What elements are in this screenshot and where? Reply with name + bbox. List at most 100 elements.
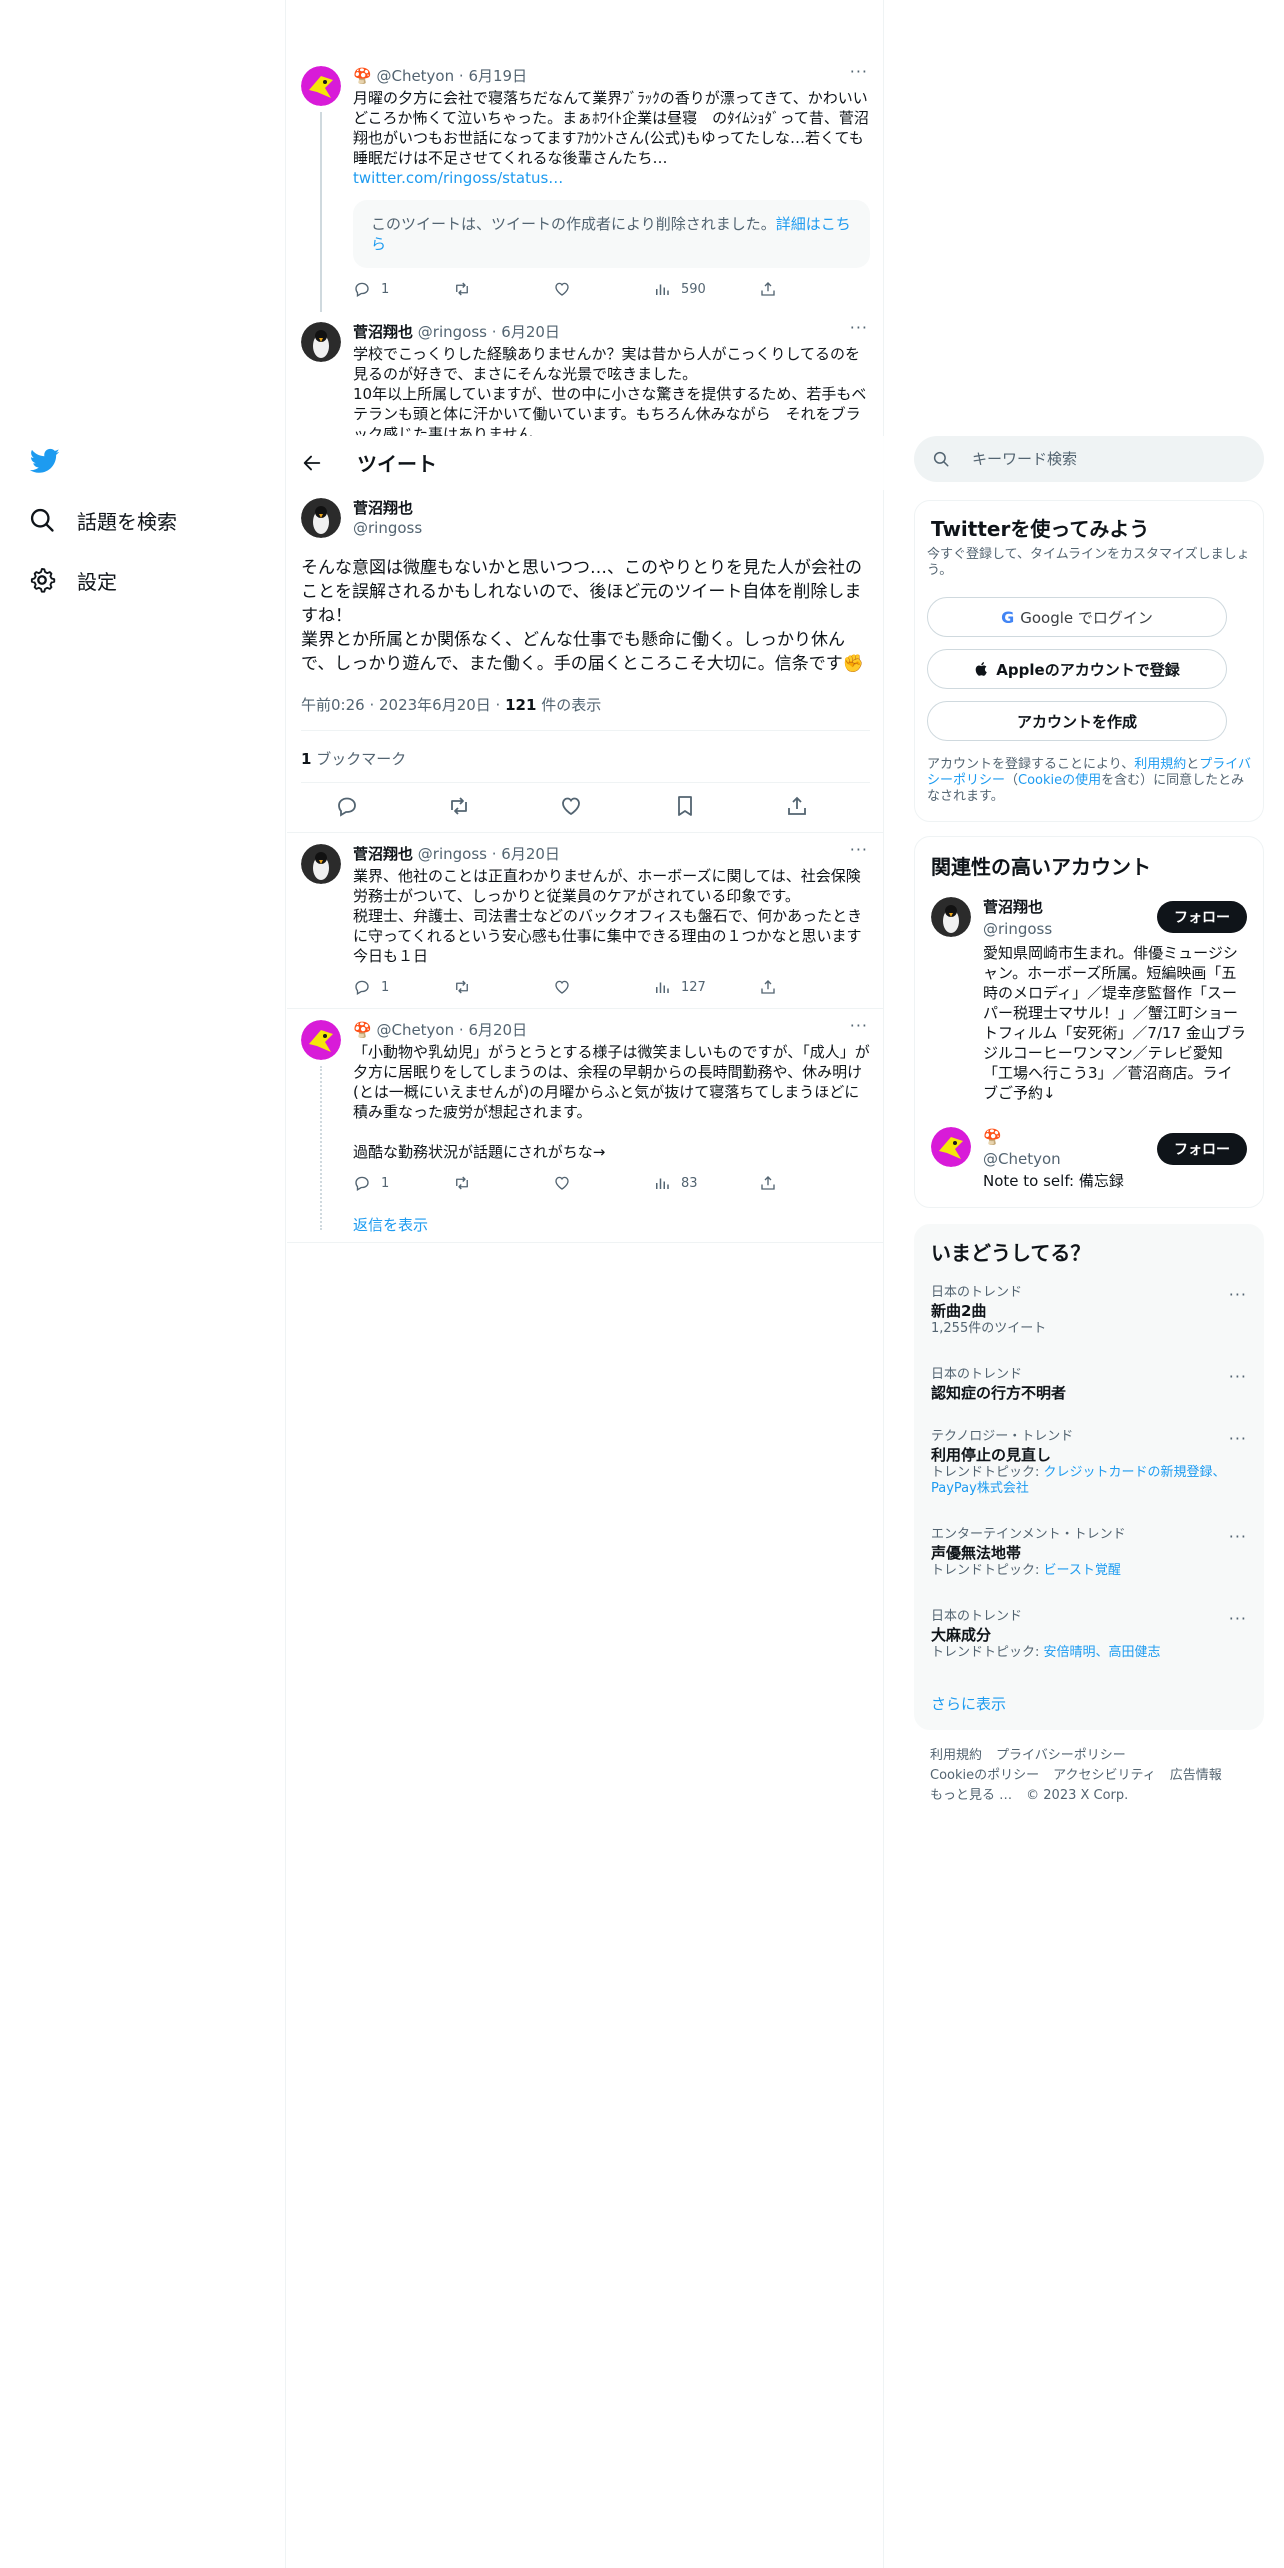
show-more-link[interactable]: さらに表示 — [931, 1693, 1006, 1714]
google-signin-button[interactable]: G Google でログイン — [927, 597, 1227, 637]
reply-button[interactable]: 1 — [353, 1174, 389, 1192]
user-handle[interactable]: @ringoss — [418, 323, 487, 341]
nav-explore[interactable]: 話題を検索 — [28, 500, 177, 540]
account-handle[interactable]: @ringoss — [983, 919, 1052, 939]
tweet-link[interactable]: twitter.com/ringoss/status… — [353, 168, 870, 188]
trend-item[interactable]: テクノロジー・トレンド 利用停止の見直し トレンドトピック: クレジットカードの… — [931, 1429, 1247, 1497]
retweet-button[interactable] — [453, 978, 471, 996]
more-options-icon[interactable]: ··· — [850, 1016, 868, 1035]
nav-settings[interactable]: 設定 — [28, 560, 117, 600]
avatar[interactable] — [301, 1020, 341, 1060]
tweet-date[interactable]: 6月20日 — [468, 1021, 527, 1039]
tweet-date[interactable]: 6月20日 — [501, 845, 560, 863]
trend-item[interactable]: 日本のトレンド 大麻成分 トレンドトピック: 安倍晴明、高田健志 ··· — [931, 1609, 1247, 1661]
tweet-actions: 1 590 — [353, 280, 793, 300]
follow-button[interactable]: フォロー — [1157, 901, 1247, 933]
avatar[interactable] — [931, 897, 971, 937]
reply-tweet[interactable]: 菅沼翔也 @ringoss · 6月20日 業界、他社のことは正直わかりませんが… — [287, 840, 884, 1012]
reply-icon — [355, 1176, 369, 1191]
follow-button[interactable]: フォロー — [1157, 1133, 1247, 1165]
like-button[interactable] — [553, 1174, 571, 1192]
share-button[interactable] — [759, 280, 777, 298]
footer-link[interactable]: 利用規約 — [930, 1748, 982, 1763]
avatar[interactable] — [301, 498, 341, 538]
share-button[interactable] — [759, 978, 777, 996]
terms-link[interactable]: 利用規約 — [1134, 757, 1186, 772]
bookmark-stat[interactable]: 1 ブックマーク — [301, 748, 406, 769]
footer-link[interactable]: Cookieのポリシー — [930, 1768, 1039, 1783]
trend-topics: トレンドトピック: クレジットカードの新規登録、PayPay株式会社 — [931, 1465, 1247, 1497]
retweet-button[interactable] — [453, 1174, 471, 1192]
tweet-timestamp[interactable]: 午前0:26 · 2023年6月20日 · — [301, 696, 505, 714]
account-emoji[interactable]: 🍄 — [983, 1127, 1002, 1147]
reply-tweet[interactable]: 🍄 @Chetyon · 6月20日 「小動物や乳幼児」がうとうとする様子は微笑… — [287, 1016, 884, 1238]
search-bar[interactable] — [914, 436, 1264, 482]
user-handle[interactable]: @ringoss — [353, 518, 422, 538]
cookie-paren: （ — [1005, 773, 1019, 788]
views-button[interactable]: 127 — [653, 978, 706, 996]
footer-link[interactable]: もっと見る … — [930, 1788, 1012, 1803]
trend-item[interactable]: 日本のトレンド 新曲2曲 1,255件のツイート ··· — [931, 1285, 1247, 1337]
avatar[interactable] — [301, 844, 341, 884]
heart-icon[interactable] — [559, 794, 583, 818]
arrow-left-icon[interactable] — [301, 452, 323, 474]
more-options-icon[interactable]: ··· — [1229, 1429, 1247, 1448]
more-options-icon[interactable]: ··· — [850, 62, 868, 81]
more-options-icon[interactable]: ··· — [1229, 1527, 1247, 1546]
apple-signup-button[interactable]: Appleのアカウントで登録 — [927, 649, 1227, 689]
user-name[interactable]: 菅沼翔也 — [353, 845, 413, 863]
create-account-button[interactable]: アカウントを作成 — [927, 701, 1227, 741]
account-handle[interactable]: @Chetyon — [983, 1149, 1061, 1169]
trend-topic-links[interactable]: ビースト覚醒 — [1044, 1563, 1121, 1578]
account-row[interactable]: 🍄 @Chetyon フォロー Note to self: 備忘録 — [915, 1127, 1263, 1197]
thread-tweet[interactable]: 菅沼翔也 @ringoss · 6月20日 学校でこっくりした経験ありませんか？… — [287, 322, 884, 436]
trend-topic-links[interactable]: 安倍晴明、高田健志 — [1044, 1645, 1161, 1660]
deleted-notice-text: このツイートは、ツイートの作成者により削除されました。 — [371, 215, 776, 233]
user-handle[interactable]: @Chetyon — [376, 67, 454, 85]
user-emoji: 🍄 — [353, 1021, 372, 1039]
reply-count: 1 — [381, 1175, 390, 1191]
cookie-link[interactable]: Cookieの使用 — [1018, 773, 1101, 788]
more-options-icon[interactable]: ··· — [850, 322, 868, 337]
user-name[interactable]: 菅沼翔也 — [353, 323, 413, 341]
views-count: 127 — [681, 979, 706, 995]
like-button[interactable] — [553, 280, 571, 298]
reply-button[interactable]: 1 — [353, 978, 389, 996]
tweet-date[interactable]: 6月20日 — [501, 323, 560, 341]
user-name[interactable]: 菅沼翔也 — [353, 498, 422, 518]
trend-item[interactable]: 日本のトレンド 認知症の行方不明者 ··· — [931, 1367, 1247, 1403]
account-row[interactable]: 菅沼翔也 @ringoss フォロー 愛知県岡崎市生まれ。俳優ミュージシャン。ホ… — [915, 897, 1263, 1102]
more-options-icon[interactable]: ··· — [1229, 1285, 1247, 1304]
footer-link[interactable]: プライバシーポリシー — [996, 1748, 1126, 1763]
avatar[interactable] — [301, 322, 341, 362]
views-button[interactable]: 83 — [653, 1174, 698, 1192]
bookmark-icon[interactable] — [673, 794, 697, 818]
like-button[interactable] — [553, 978, 571, 996]
reply-button[interactable]: 1 — [353, 280, 389, 298]
tweet-text: 業界、他社のことは正直わかりませんが、ホーボーズに関しては、社会保険労務士がつい… — [353, 867, 863, 965]
show-replies-link[interactable]: 返信を表示 — [353, 1214, 428, 1235]
retweet-icon[interactable] — [447, 794, 471, 818]
footer-link[interactable]: アクセシビリティ — [1053, 1768, 1156, 1783]
share-icon[interactable] — [785, 794, 809, 818]
more-options-icon[interactable]: ··· — [850, 840, 868, 859]
share-button[interactable] — [759, 1174, 777, 1192]
tweet-date[interactable]: 6月19日 — [468, 67, 527, 85]
avatar[interactable] — [931, 1127, 971, 1167]
views-button[interactable]: 590 — [653, 280, 706, 298]
footer-link[interactable]: 広告情報 — [1170, 1768, 1222, 1783]
more-options-icon[interactable]: ··· — [1229, 1609, 1247, 1628]
user-handle[interactable]: @Chetyon — [376, 1021, 454, 1039]
user-handle[interactable]: @ringoss — [418, 845, 487, 863]
trend-item[interactable]: エンターテインメント・トレンド 声優無法地帯 トレンドトピック: ビースト覚醒 … — [931, 1527, 1247, 1579]
thread-tweet[interactable]: 🍄 @Chetyon · 6月19日 月曜の夕方に会社で寝落ちだなんて業界ﾌﾞﾗ… — [287, 62, 884, 312]
reply-icon[interactable] — [335, 794, 359, 818]
account-name[interactable]: 菅沼翔也 — [983, 897, 1043, 917]
avatar[interactable] — [301, 66, 341, 106]
twitter-bird-icon[interactable] — [28, 446, 62, 476]
thread-connector — [320, 112, 322, 312]
search-input[interactable] — [972, 450, 1232, 468]
retweet-button[interactable] — [453, 280, 471, 298]
more-options-icon[interactable]: ··· — [1229, 1367, 1247, 1386]
google-button-label: Google でログイン — [1020, 608, 1153, 627]
